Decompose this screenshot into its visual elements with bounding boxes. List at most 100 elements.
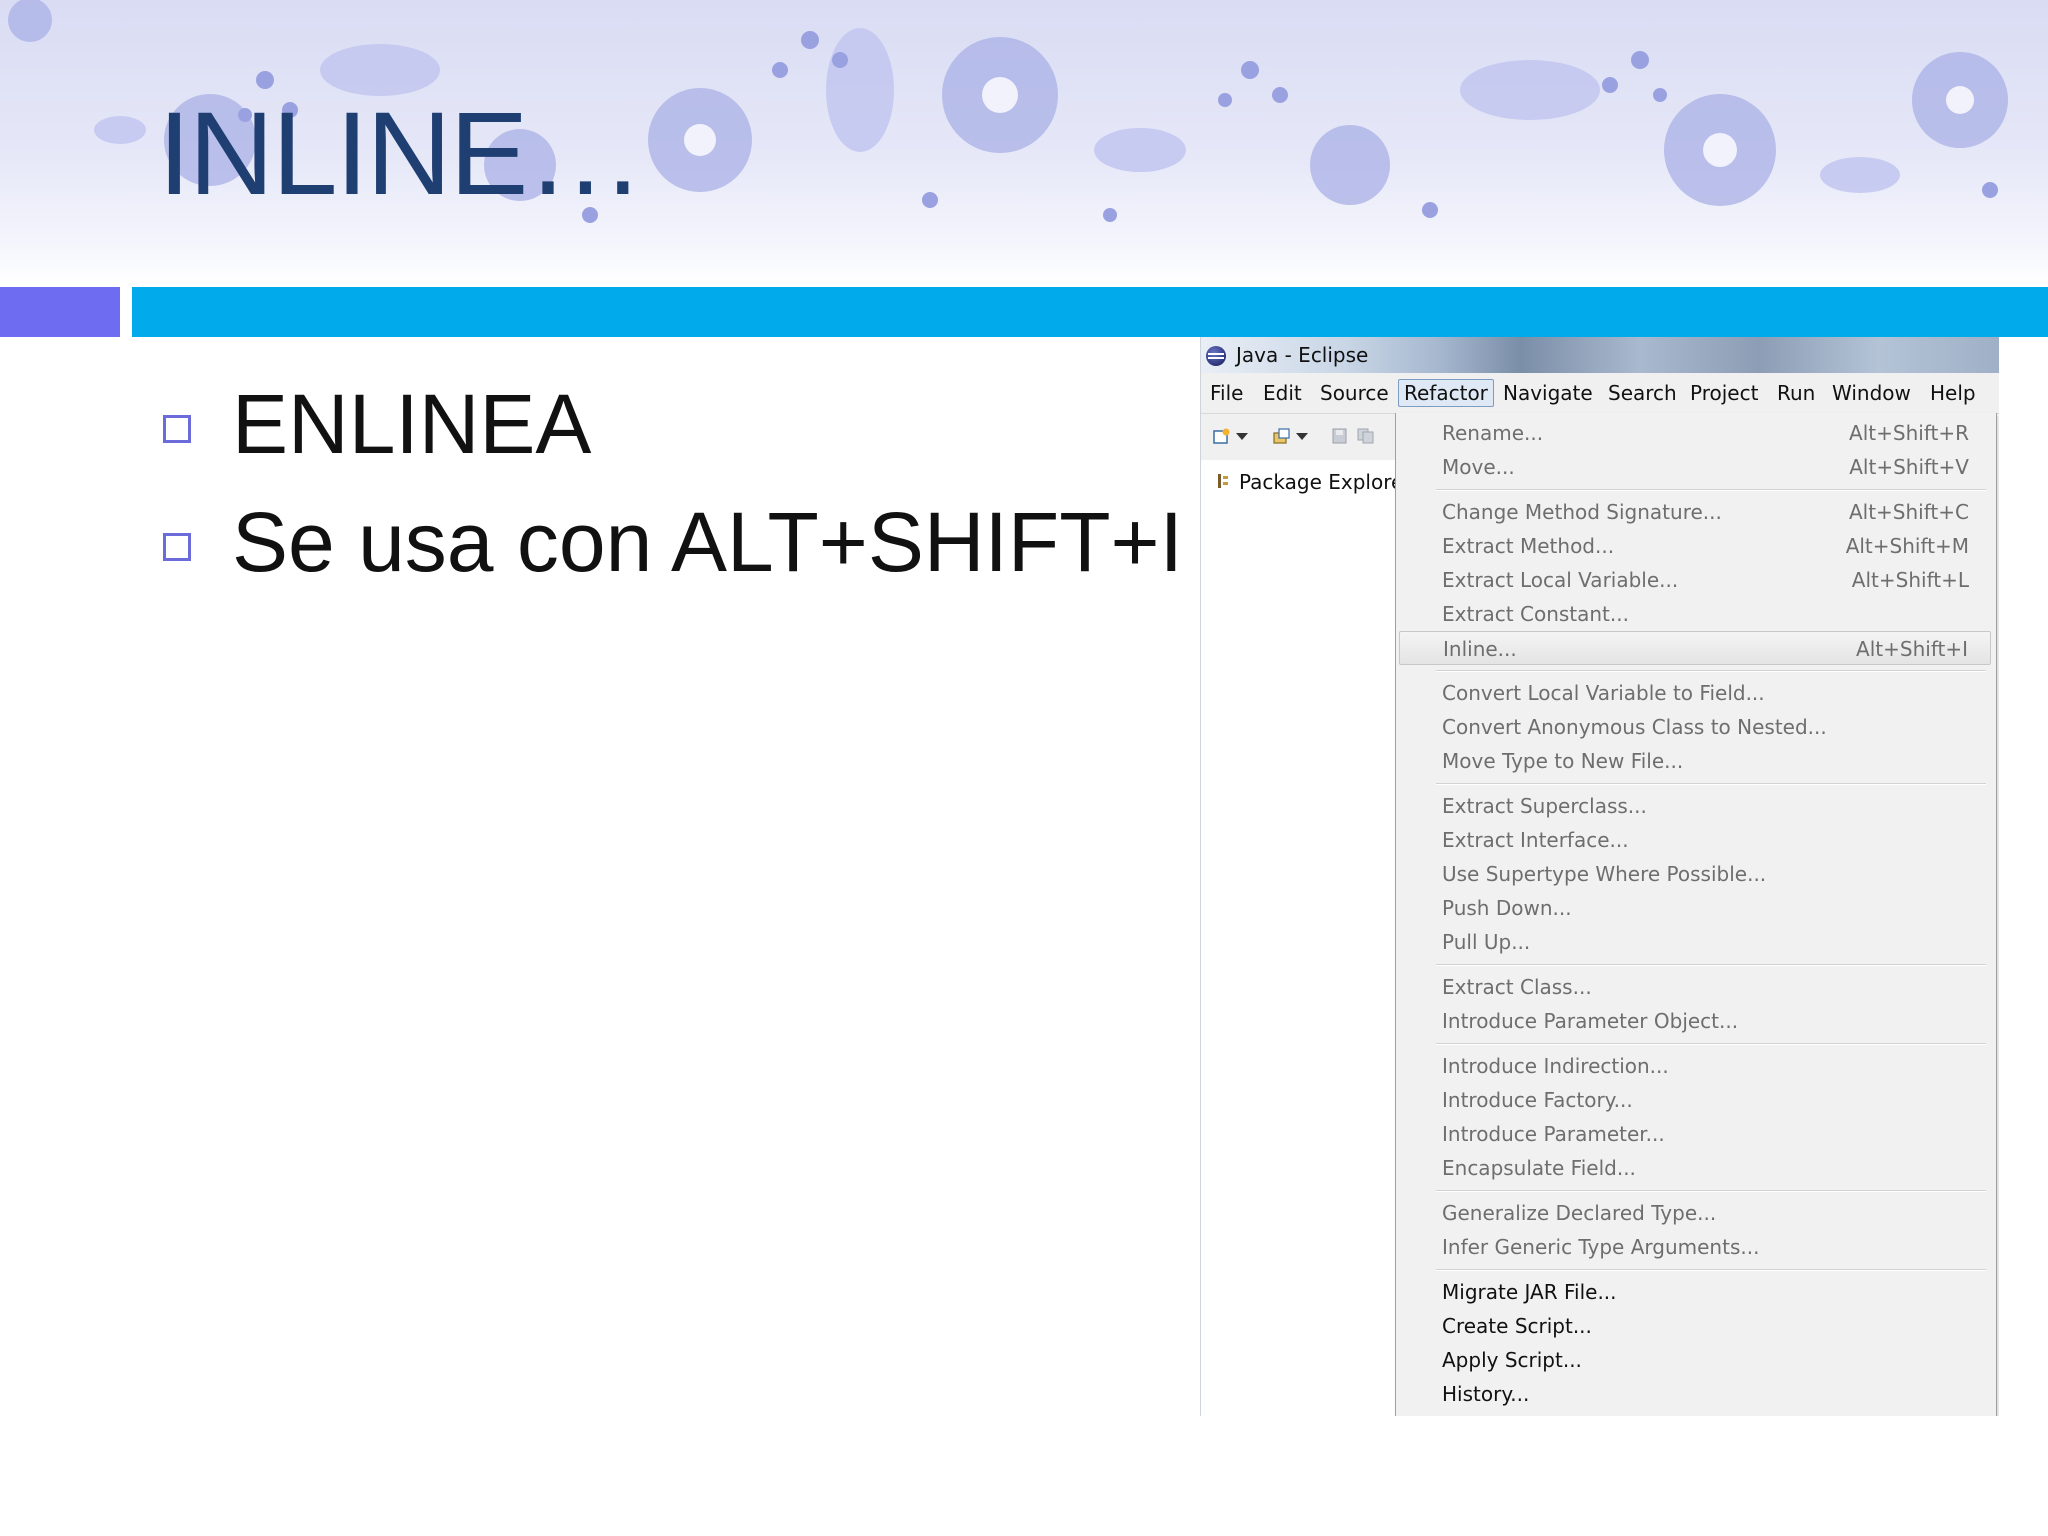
- menu-item-label: Create Script...: [1442, 1314, 1592, 1338]
- menu-item-shortcut: Alt+Shift+L: [1851, 568, 1969, 592]
- menu-edit[interactable]: Edit: [1258, 379, 1307, 407]
- menu-item-pull-up[interactable]: Pull Up...: [1399, 925, 1991, 959]
- menu-item-label: Introduce Indirection...: [1442, 1054, 1669, 1078]
- menu-item-extract-local-variable[interactable]: Extract Local Variable... Alt+Shift+L: [1399, 563, 1991, 597]
- menu-item-label: Generalize Declared Type...: [1442, 1201, 1717, 1225]
- menu-item-shortcut: Alt+Shift+C: [1848, 500, 1969, 524]
- menu-item-introduce-factory[interactable]: Introduce Factory...: [1399, 1083, 1991, 1117]
- menu-file[interactable]: File: [1205, 379, 1248, 407]
- eclipse-logo-icon: [1206, 346, 1226, 366]
- menu-item-introduce-indirection[interactable]: Introduce Indirection...: [1399, 1049, 1991, 1083]
- menu-item-history[interactable]: History...: [1399, 1377, 1991, 1411]
- slide-title: INLINE…: [158, 88, 644, 220]
- menu-item-infer-generic-type-arguments[interactable]: Infer Generic Type Arguments...: [1399, 1230, 1991, 1264]
- menu-item-shortcut: Alt+Shift+R: [1849, 421, 1969, 445]
- accent-stripe-right: [132, 287, 2048, 337]
- menu-item-extract-interface[interactable]: Extract Interface...: [1399, 823, 1991, 857]
- menu-project[interactable]: Project: [1685, 379, 1763, 407]
- package-explorer-tab[interactable]: Package Explore: [1201, 460, 1403, 500]
- menu-item-label: Extract Local Variable...: [1442, 568, 1679, 592]
- menu-item-encapsulate-field[interactable]: Encapsulate Field...: [1399, 1151, 1991, 1185]
- menu-item-change-method-signature[interactable]: Change Method Signature... Alt+Shift+C: [1399, 495, 1991, 529]
- new-package-icon[interactable]: [1273, 428, 1291, 444]
- menu-item-label: Infer Generic Type Arguments...: [1442, 1235, 1760, 1259]
- menu-item-create-script[interactable]: Create Script...: [1399, 1309, 1991, 1343]
- menu-item-label: Introduce Parameter Object...: [1442, 1009, 1739, 1033]
- menu-item-label: Extract Method...: [1442, 534, 1615, 558]
- menu-separator: [1436, 783, 1986, 785]
- menu-separator: [1436, 964, 1986, 966]
- window-titlebar: Java - Eclipse: [1201, 337, 1999, 373]
- dropdown-arrow-icon[interactable]: [1296, 433, 1308, 440]
- menu-item-label: Move...: [1442, 455, 1515, 479]
- menu-help[interactable]: Help: [1925, 379, 1981, 407]
- menu-item-extract-method[interactable]: Extract Method... Alt+Shift+M: [1399, 529, 1991, 563]
- menu-item-label: Inline...: [1443, 637, 1517, 661]
- toolbar: [1201, 414, 1397, 460]
- menu-separator: [1436, 1269, 1986, 1271]
- menu-source[interactable]: Source: [1315, 379, 1394, 407]
- bullet-text: ENLINEA: [232, 377, 592, 471]
- menu-item-label: Migrate JAR File...: [1442, 1280, 1617, 1304]
- menu-item-convert-anonymous-class[interactable]: Convert Anonymous Class to Nested...: [1399, 710, 1991, 744]
- menu-item-rename[interactable]: Rename... Alt+Shift+R: [1399, 416, 1991, 450]
- menu-item-introduce-parameter-object[interactable]: Introduce Parameter Object...: [1399, 1004, 1991, 1038]
- menu-item-label: Pull Up...: [1442, 930, 1531, 954]
- menu-item-use-supertype[interactable]: Use Supertype Where Possible...: [1399, 857, 1991, 891]
- menu-separator: [1436, 1190, 1986, 1192]
- menu-search[interactable]: Search: [1603, 379, 1682, 407]
- menu-separator: [1436, 670, 1986, 672]
- menu-item-label: Convert Anonymous Class to Nested...: [1442, 715, 1827, 739]
- dropdown-arrow-icon[interactable]: [1236, 433, 1248, 440]
- menu-item-move[interactable]: Move... Alt+Shift+V: [1399, 450, 1991, 484]
- menu-item-label: Introduce Parameter...: [1442, 1122, 1665, 1146]
- menu-item-label: Use Supertype Where Possible...: [1442, 862, 1767, 886]
- menu-window[interactable]: Window: [1827, 379, 1916, 407]
- menu-item-move-type[interactable]: Move Type to New File...: [1399, 744, 1991, 778]
- menu-item-shortcut: Alt+Shift+I: [1856, 637, 1968, 661]
- menu-item-label: Change Method Signature...: [1442, 500, 1722, 524]
- menu-item-label: Convert Local Variable to Field...: [1442, 681, 1765, 705]
- menu-item-extract-class[interactable]: Extract Class...: [1399, 970, 1991, 1004]
- menu-item-label: Encapsulate Field...: [1442, 1156, 1636, 1180]
- menu-item-push-down[interactable]: Push Down...: [1399, 891, 1991, 925]
- menu-bar: File Edit Source Refactor Navigate Searc…: [1201, 373, 1999, 414]
- square-bullet-icon: [163, 533, 191, 561]
- menu-item-inline[interactable]: Inline... Alt+Shift+I: [1399, 631, 1991, 665]
- package-explorer-label: Package Explore: [1239, 470, 1404, 494]
- menu-item-shortcut: Alt+Shift+M: [1845, 534, 1969, 558]
- eclipse-window: Java - Eclipse File Edit Source Refactor…: [1200, 337, 1999, 1416]
- menu-item-label: Introduce Factory...: [1442, 1088, 1633, 1112]
- menu-item-apply-script[interactable]: Apply Script...: [1399, 1343, 1991, 1377]
- save-icon[interactable]: [1331, 428, 1349, 444]
- menu-item-convert-local-variable[interactable]: Convert Local Variable to Field...: [1399, 676, 1991, 710]
- menu-item-label: Extract Superclass...: [1442, 794, 1647, 818]
- menu-item-label: Move Type to New File...: [1442, 749, 1684, 773]
- menu-item-label: Extract Constant...: [1442, 602, 1629, 626]
- square-bullet-icon: [163, 415, 191, 443]
- menu-navigate[interactable]: Navigate: [1498, 379, 1598, 407]
- menu-item-label: Extract Class...: [1442, 975, 1592, 999]
- menu-separator: [1436, 1043, 1986, 1045]
- menu-item-generalize-declared-type[interactable]: Generalize Declared Type...: [1399, 1196, 1991, 1230]
- menu-separator: [1436, 489, 1986, 491]
- bullet-text: Se usa con ALT+SHIFT+I: [232, 495, 1183, 589]
- menu-item-label: Extract Interface...: [1442, 828, 1629, 852]
- menu-item-introduce-parameter[interactable]: Introduce Parameter...: [1399, 1117, 1991, 1151]
- save-all-icon[interactable]: [1357, 428, 1375, 444]
- menu-run[interactable]: Run: [1772, 379, 1820, 407]
- accent-stripe-left: [0, 287, 120, 337]
- window-title: Java - Eclipse: [1236, 343, 1369, 367]
- menu-item-extract-constant[interactable]: Extract Constant...: [1399, 597, 1991, 631]
- menu-item-label: Push Down...: [1442, 896, 1572, 920]
- refactor-menu: Rename... Alt+Shift+R Move... Alt+Shift+…: [1395, 413, 1997, 1416]
- package-explorer-icon: [1218, 474, 1228, 488]
- menu-item-migrate-jar-file[interactable]: Migrate JAR File...: [1399, 1275, 1991, 1309]
- menu-item-label: History...: [1442, 1382, 1530, 1406]
- decorative-banner: INLINE…: [0, 0, 2048, 285]
- new-file-icon[interactable]: [1213, 428, 1231, 444]
- menu-item-label: Rename...: [1442, 421, 1544, 445]
- menu-item-extract-superclass[interactable]: Extract Superclass...: [1399, 789, 1991, 823]
- menu-refactor[interactable]: Refactor: [1398, 379, 1494, 407]
- menu-item-label: Apply Script...: [1442, 1348, 1582, 1372]
